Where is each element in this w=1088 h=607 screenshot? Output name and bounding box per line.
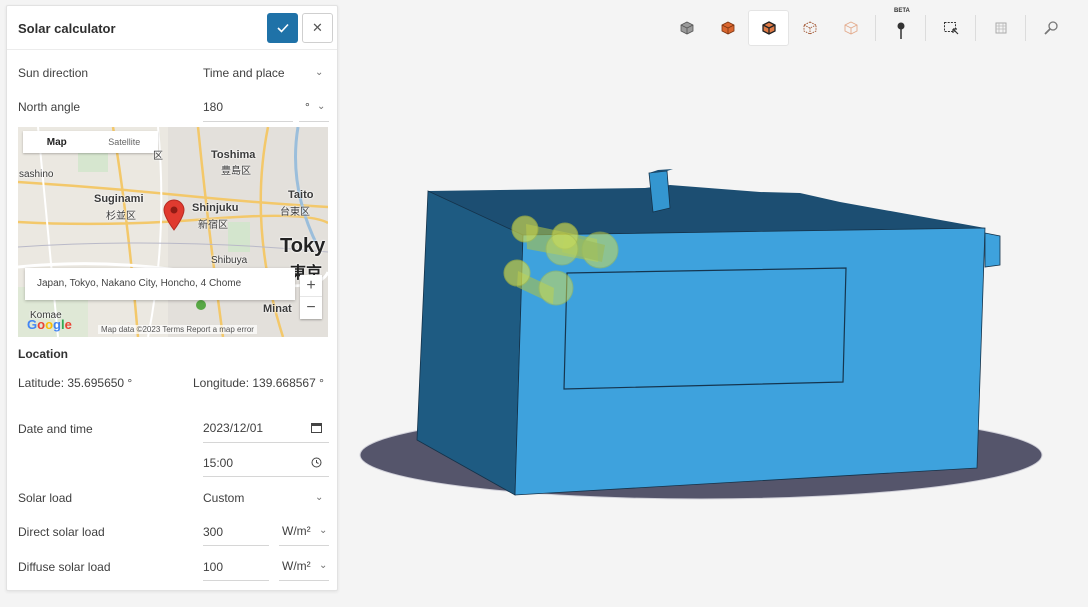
diffuse-solar-load-unit: W/m² (282, 559, 311, 573)
map-label-toshima: Toshima (211, 149, 256, 161)
chevron-down-icon: ⌄ (315, 492, 324, 503)
map-zoom-controls: + − (300, 275, 322, 319)
solar-load-select[interactable]: Custom ⌄ (203, 484, 329, 512)
diffuse-solar-load-label: Diffuse solar load (18, 560, 111, 574)
magnifier-tool-icon (1043, 21, 1058, 35)
toolbar-divider (975, 15, 976, 41)
map-label-suginami: Suginami (94, 193, 144, 205)
building-model (359, 169, 1043, 500)
map-label-taito-jp: 台東区 (280, 207, 310, 218)
chevron-down-icon: ⌄ (319, 525, 328, 536)
north-angle-label: North angle (18, 100, 81, 114)
map-type-tabs: Map Satellite (23, 131, 158, 153)
map-label-sashino: sashino (19, 169, 54, 180)
panel-header: Solar calculator ✕ (7, 6, 337, 50)
probe-point-button[interactable]: BETA (880, 8, 921, 46)
direct-solar-load-unit-select[interactable]: W/m² ⌄ (279, 518, 329, 546)
time-input[interactable]: 15:00 (203, 449, 329, 477)
close-icon: ✕ (312, 20, 323, 35)
chevron-down-icon: ⌄ (315, 67, 324, 78)
zoom-in-button[interactable]: + (300, 275, 322, 297)
direct-solar-load-label: Direct solar load (18, 525, 105, 539)
beta-badge: BETA (894, 8, 910, 14)
direct-solar-load-unit: W/m² (282, 524, 311, 538)
map-tab-satellite[interactable]: Satellite (91, 131, 159, 153)
solid-view-button[interactable] (707, 10, 748, 46)
map-label-minato: Minat (263, 303, 292, 315)
direct-solar-load-value: 300 (203, 525, 224, 539)
building-right-protrusion (984, 232, 1001, 268)
longitude-value: Longitude: 139.668567 ° (193, 376, 324, 390)
map-label-tokyo: Toky (280, 235, 326, 257)
wireframe-cube-icon (803, 21, 816, 35)
map-address-box: Japan, Tokyo, Nakano City, Honcho, 4 Cho… (25, 268, 295, 300)
layers-filter-icon (995, 22, 1006, 34)
confirm-button[interactable] (267, 13, 298, 43)
toolbar-divider (925, 15, 926, 41)
transparent-cube-icon (844, 21, 857, 35)
close-button[interactable]: ✕ (302, 13, 333, 43)
box-select-button[interactable] (930, 10, 971, 46)
calendar-icon[interactable] (311, 422, 322, 433)
solid-cube-icon (721, 21, 734, 35)
location-pin-icon[interactable] (163, 199, 185, 231)
chevron-down-icon: ⌄ (317, 101, 326, 112)
map-label-shinjuku-jp: 新宿区 (198, 220, 228, 231)
box-select-icon (943, 22, 958, 35)
map-label-suginami-jp: 杉並区 (106, 211, 136, 222)
chevron-down-icon: ⌄ (319, 560, 328, 571)
check-icon (276, 23, 289, 33)
north-angle-unit-select[interactable]: ° ⌄ (299, 94, 329, 122)
building-roof (428, 185, 985, 235)
map-tab-map[interactable]: Map (23, 131, 91, 153)
panel-title: Solar calculator (18, 21, 116, 36)
sun-direction-label: Sun direction (18, 66, 89, 80)
google-logo: Google (27, 317, 72, 332)
viewport-toolbar: BETA (666, 8, 1071, 46)
pin-probe-icon (897, 22, 904, 39)
map-label-taito: Taito (288, 189, 314, 201)
north-angle-unit: ° (305, 100, 310, 114)
transparent-view-button[interactable] (830, 10, 871, 46)
shaded-view-button[interactable] (748, 10, 789, 46)
direct-solar-load-input[interactable]: 300 (203, 518, 269, 546)
solar-calculator-panel: Solar calculator ✕ Sun direction Time an… (6, 5, 338, 591)
map-label-ku: 区 (153, 151, 163, 162)
wireframe-view-button[interactable] (789, 10, 830, 46)
date-time-label: Date and time (18, 422, 93, 436)
time-value: 15:00 (203, 456, 234, 470)
measure-button[interactable] (1030, 10, 1071, 46)
sun-direction-select[interactable]: Time and place ⌄ (203, 59, 329, 87)
map-label-shinjuku: Shinjuku (192, 202, 239, 214)
diffuse-solar-load-unit-select[interactable]: W/m² ⌄ (279, 553, 329, 581)
diffuse-solar-load-input[interactable]: 100 (203, 553, 269, 581)
solar-load-value: Custom (203, 491, 245, 505)
view-cube-icon (680, 21, 693, 35)
date-value: 2023/12/01 (203, 421, 264, 435)
toolbar-divider (875, 15, 876, 41)
date-input[interactable]: 2023/12/01 (203, 415, 329, 443)
solar-load-label: Solar load (18, 491, 73, 505)
diffuse-solar-load-value: 100 (203, 560, 224, 574)
sun-direction-value: Time and place (203, 66, 285, 80)
3d-viewport[interactable] (340, 50, 1088, 607)
view-cube-button[interactable] (666, 10, 707, 46)
location-title: Location (18, 347, 68, 361)
latitude-value: Latitude: 35.695650 ° (18, 376, 133, 390)
map-label-toshima-jp: 豊島区 (221, 166, 251, 177)
location-map[interactable]: Map Satellite 区 Toshima 豊島区 sashino Sugi… (18, 127, 328, 337)
clock-icon[interactable] (311, 457, 322, 468)
filter-button[interactable] (980, 10, 1021, 46)
zoom-out-button[interactable]: − (300, 297, 322, 319)
toolbar-divider (1025, 15, 1026, 41)
map-attribution[interactable]: Map data ©2023 Terms Report a map error (98, 325, 257, 334)
north-angle-value: 180 (203, 100, 224, 114)
shaded-cube-icon (761, 21, 776, 35)
building-front-face (514, 227, 986, 496)
north-angle-input[interactable]: 180 (203, 94, 293, 122)
building-chimney (648, 170, 671, 213)
map-label-shibuya: Shibuya (211, 255, 248, 266)
